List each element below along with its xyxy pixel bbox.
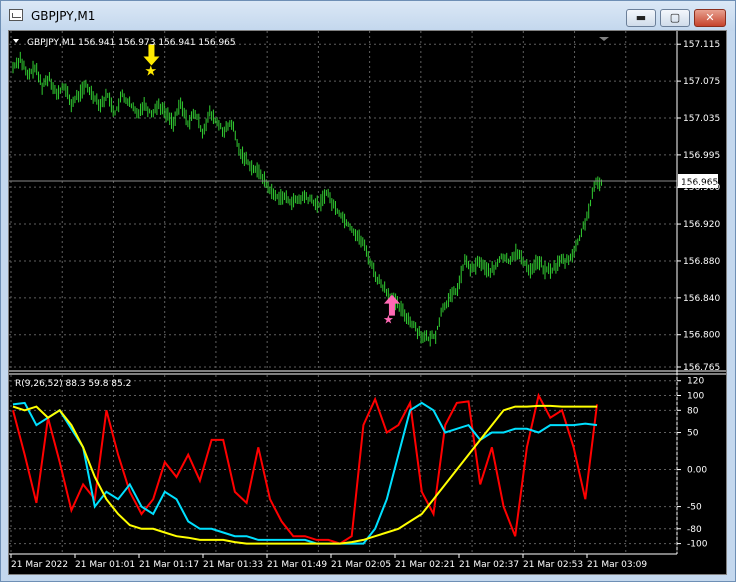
level-tick-label: 0.00	[687, 466, 707, 476]
time-tick-label: 21 Mar 02:05	[331, 560, 391, 570]
chart-menu-triangle-icon[interactable]	[13, 39, 19, 43]
main-grid	[9, 31, 678, 369]
price-tick-label: 156.800	[683, 331, 720, 341]
time-tick-label: 21 Mar 01:17	[139, 560, 199, 570]
time-tick-label: 21 Mar 03:09	[587, 560, 647, 570]
chart-canvas[interactable]: ★ ★ 156.965 GBPJPY,M1 156.941 156.973 156…	[8, 30, 727, 575]
maximize-button[interactable]: ▢	[660, 9, 690, 27]
price-tick-label: 157.035	[683, 114, 720, 124]
window-title: GBPJPY,M1	[31, 9, 96, 23]
buy-star-icon: ★	[383, 313, 394, 327]
level-tick-label: -100	[687, 540, 708, 550]
shift-marker-icon[interactable]	[599, 37, 609, 41]
chart-header: GBPJPY,M1 156.941 156.973 156.941 156.96…	[27, 38, 236, 48]
price-tick-label: 156.995	[683, 151, 720, 161]
level-tick-label: 80	[687, 406, 699, 416]
chart-svg[interactable]: ★★ 156.965 GBPJPY,M1 156.941 156.973 156…	[9, 31, 726, 574]
price-tick-label: 156.960	[683, 183, 720, 193]
price-tick-label: 156.920	[683, 220, 720, 230]
price-tick-label: 157.075	[683, 77, 720, 87]
title-bar[interactable]: GBPJPY,M1 ▬ ▢ ✕	[1, 1, 735, 31]
time-tick-label: 21 Mar 02:53	[523, 560, 583, 570]
chart-app-icon	[9, 9, 23, 21]
sell-star-icon: ★	[144, 64, 157, 80]
time-tick-label: 21 Mar 02:37	[459, 560, 519, 570]
price-tick-label: 156.880	[683, 257, 720, 267]
level-tick-label: -50	[687, 503, 702, 513]
price-axis: 157.115 157.075 157.035 156.995 156.960 156.9…	[677, 40, 720, 373]
minimize-button[interactable]: ▬	[626, 9, 656, 27]
indicator-header: R(9,26,52) 88.3 59.8 85.2	[15, 379, 131, 389]
time-tick-label: 21 Mar 01:33	[203, 560, 263, 570]
indicator-axis: 120 100 80 50 0.00 -50 -80 -100	[677, 377, 708, 550]
price-tick-label: 156.840	[683, 294, 720, 304]
price-candles	[12, 51, 602, 347]
time-axis: 21 Mar 2022 21 Mar 01:01 21 Mar 01:17 21 Ma…	[10, 554, 647, 570]
close-button[interactable]: ✕	[694, 9, 726, 27]
time-tick-label: 21 Mar 01:01	[75, 560, 135, 570]
price-tick-label: 157.115	[683, 40, 720, 50]
time-tick-label: 21 Mar 01:49	[267, 560, 327, 570]
level-tick-label: 50	[687, 429, 699, 439]
level-tick-label: 100	[687, 392, 704, 402]
level-tick-label: 120	[687, 377, 704, 387]
time-tick-label: 21 Mar 2022	[11, 560, 68, 570]
time-tick-label: 21 Mar 02:21	[395, 560, 455, 570]
level-tick-label: -80	[687, 525, 702, 535]
